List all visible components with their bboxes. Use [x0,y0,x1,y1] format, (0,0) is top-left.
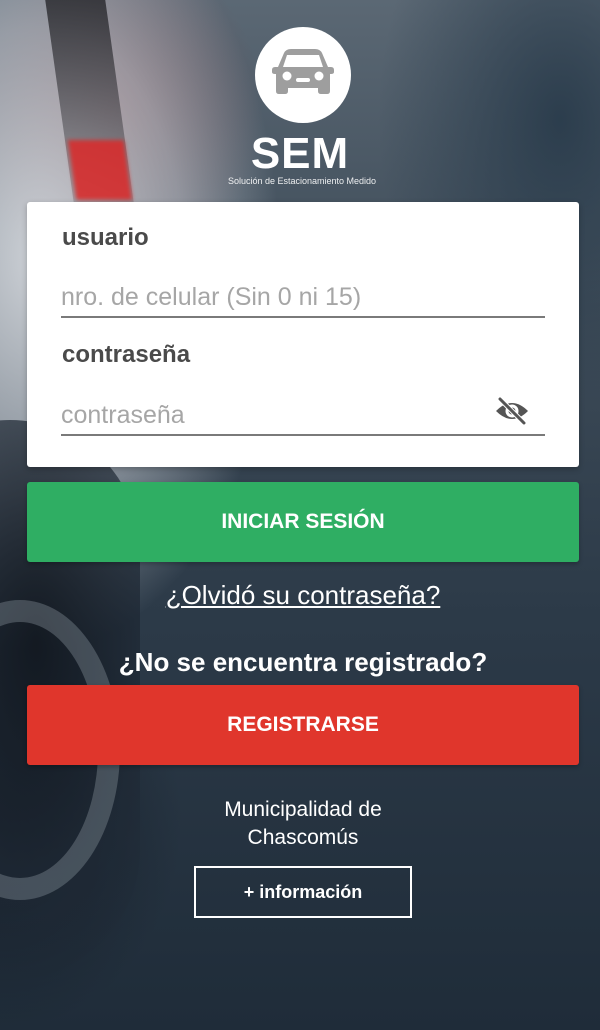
logo [255,27,351,123]
app-title: SEM [250,129,350,178]
login-screen: SEM Solución de Estacionamiento Medido u… [0,0,600,1030]
municipality-line-1: Municipalidad de [224,798,382,821]
login-card: usuario contraseña [27,202,579,467]
user-label: usuario [62,224,149,251]
login-button[interactable]: INICIAR SESIÓN [27,482,579,562]
eye-off-icon [494,396,530,430]
password-visibility-toggle[interactable] [493,396,531,430]
not-registered-prompt: ¿No se encuentra registrado? [118,647,488,677]
municipality-line-2: Chascomús [247,826,359,849]
car-icon [270,47,336,104]
phone-number-input[interactable] [61,278,545,318]
more-info-button[interactable]: + información [194,866,412,918]
app-subtitle: Solución de Estacionamiento Medido [227,176,377,186]
municipality-name: Municipalidad de Chascomús [0,796,600,852]
password-label: contraseña [62,341,191,368]
forgot-password-link[interactable]: ¿Olvidó su contraseña? [0,580,600,611]
password-input[interactable] [61,396,545,436]
register-button[interactable]: REGISTRARSE [27,685,579,765]
